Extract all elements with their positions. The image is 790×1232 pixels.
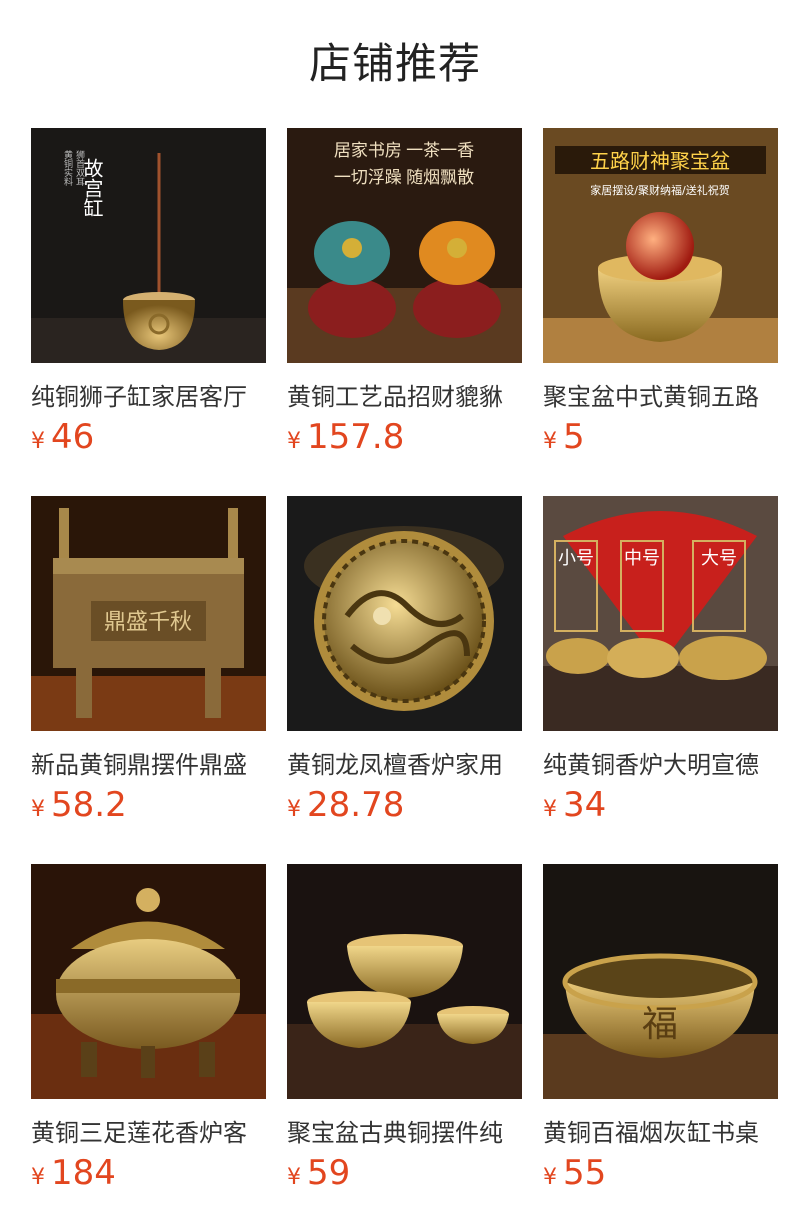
product-card[interactable]: 五路财神聚宝盆 家居摆设/聚财纳福/送礼祝贺 聚宝盆中式黄铜五路 ¥5 <box>543 128 778 457</box>
product-image[interactable]: 居家书房 一茶一香 一切浮躁 随烟飘散 <box>287 128 522 363</box>
size-medium-label: 中号 <box>624 548 660 569</box>
product-name[interactable]: 新品黄铜鼎摆件鼎盛 <box>31 745 266 779</box>
overlay-sub: 黄铜实料 <box>62 149 73 187</box>
currency-symbol: ¥ <box>287 429 301 454</box>
product-price: ¥46 <box>31 417 266 457</box>
product-name[interactable]: 聚宝盆中式黄铜五路 <box>543 377 778 411</box>
currency-symbol: ¥ <box>543 1165 557 1190</box>
product-card[interactable]: 故宫缸 黄铜实料 狮首双耳 纯铜狮子缸家居客厅 ¥46 <box>31 128 266 457</box>
product-image[interactable] <box>287 864 522 1099</box>
product-price: ¥58.2 <box>31 785 266 825</box>
product-price: ¥28.78 <box>287 785 522 825</box>
svg-text:福: 福 <box>642 1004 678 1044</box>
product-price: ¥184 <box>31 1153 266 1193</box>
product-name[interactable]: 聚宝盆古典铜摆件纯 <box>287 1113 522 1147</box>
size-small-label: 小号 <box>558 548 594 569</box>
section-title: 店铺推荐 <box>308 39 481 88</box>
price-value: 59 <box>307 1153 351 1193</box>
currency-symbol: ¥ <box>31 1165 45 1190</box>
product-card[interactable]: 鼎盛千秋 新品黄铜鼎摆件鼎盛 ¥58.2 <box>31 496 266 825</box>
currency-symbol: ¥ <box>543 429 557 454</box>
price-value: 34 <box>563 785 607 825</box>
product-card[interactable]: 小号 中号 大号 纯黄铜香炉大明宣德 ¥34 <box>543 496 778 825</box>
product-price: ¥34 <box>543 785 778 825</box>
product-image[interactable]: 五路财神聚宝盆 家居摆设/聚财纳福/送礼祝贺 <box>543 128 778 363</box>
product-image[interactable] <box>287 496 522 731</box>
size-large-label: 大号 <box>701 548 737 569</box>
product-price: ¥5 <box>543 417 778 457</box>
overlay-line2: 家居摆设/聚财纳福/送礼祝贺 <box>590 183 729 197</box>
product-name[interactable]: 黄铜三足莲花香炉客 <box>31 1113 266 1147</box>
product-name[interactable]: 黄铜工艺品招财貔貅 <box>287 377 522 411</box>
product-name[interactable]: 黄铜龙凤檀香炉家用 <box>287 745 522 779</box>
currency-symbol: ¥ <box>31 429 45 454</box>
product-image[interactable]: 福 <box>543 864 778 1099</box>
product-image[interactable]: 小号 中号 大号 <box>543 496 778 731</box>
product-price: ¥157.8 <box>287 417 522 457</box>
overlay-line2: 一切浮躁 随烟飘散 <box>334 168 474 187</box>
product-card[interactable]: 黄铜龙凤檀香炉家用 ¥28.78 <box>287 496 522 825</box>
overlay-line1: 五路财神聚宝盆 <box>590 150 730 173</box>
currency-symbol: ¥ <box>287 1165 301 1190</box>
price-value: 58.2 <box>51 785 127 825</box>
product-image[interactable]: 鼎盛千秋 <box>31 496 266 731</box>
currency-symbol: ¥ <box>543 797 557 822</box>
product-image[interactable]: 故宫缸 黄铜实料 狮首双耳 <box>31 128 266 363</box>
price-value: 28.78 <box>307 785 405 825</box>
currency-symbol: ¥ <box>287 797 301 822</box>
product-name[interactable]: 纯铜狮子缸家居客厅 <box>31 377 266 411</box>
price-value: 55 <box>563 1153 607 1193</box>
price-value: 46 <box>51 417 95 457</box>
product-card[interactable]: 黄铜三足莲花香炉客 ¥184 <box>31 864 266 1193</box>
overlay-line1: 居家书房 一茶一香 <box>334 141 474 160</box>
price-value: 184 <box>51 1153 116 1193</box>
overlay-sub: 狮首双耳 <box>74 150 85 187</box>
price-value: 5 <box>563 417 585 457</box>
currency-symbol: ¥ <box>31 797 45 822</box>
product-image[interactable] <box>31 864 266 1099</box>
product-card[interactable]: 聚宝盆古典铜摆件纯 ¥59 <box>287 864 522 1193</box>
product-card[interactable]: 居家书房 一茶一香 一切浮躁 随烟飘散 黄铜工艺品招财貔貅 ¥157.8 <box>287 128 522 457</box>
product-name[interactable]: 纯黄铜香炉大明宣德 <box>543 745 778 779</box>
overlay-engraving: 鼎盛千秋 <box>104 609 192 634</box>
product-name[interactable]: 黄铜百福烟灰缸书桌 <box>543 1113 778 1147</box>
product-price: ¥59 <box>287 1153 522 1193</box>
product-card[interactable]: 福 黄铜百福烟灰缸书桌 ¥55 <box>543 864 778 1193</box>
product-price: ¥55 <box>543 1153 778 1193</box>
price-value: 157.8 <box>307 417 405 457</box>
